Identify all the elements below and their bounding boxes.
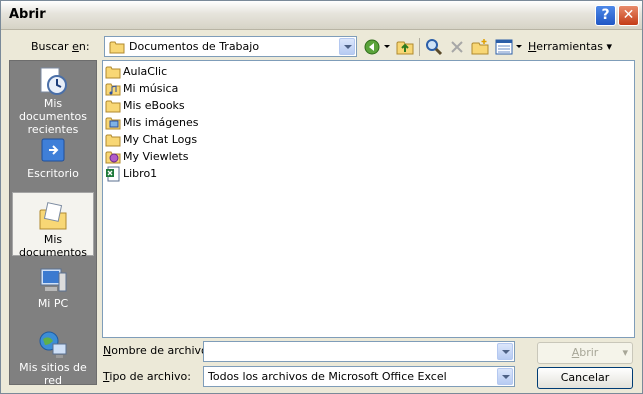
pictures-folder-icon [105,117,121,130]
my-computer-icon [40,268,67,292]
place-label: Escritorio [27,167,79,180]
open-dialog: Abrir ? ✕ Buscar en: Documentos de Traba… [0,0,643,394]
look-in-combo[interactable]: Documentos de Trabajo [104,36,357,57]
list-item[interactable]: My Viewlets [105,149,188,165]
place-label: Mis sitios de red [19,361,87,387]
place-label: Mis documentos recientes [19,97,87,136]
file-name: My Chat Logs [123,133,198,146]
file-name: Mis imágenes [123,116,199,129]
place-label: Mis documentos [19,233,87,259]
network-places-icon [39,331,67,358]
chevron-down-icon[interactable] [497,343,513,360]
tools-menu[interactable]: Herramientas ▾ [528,40,612,53]
views-dropdown-icon[interactable] [516,45,522,48]
file-name: AulaClic [123,65,168,78]
filetype-value: Todos los archivos de Microsoft Office E… [208,370,447,383]
list-item[interactable]: Mi música [105,81,178,97]
list-item[interactable]: AulaClic [105,64,167,80]
place-desktop[interactable]: Escritorio [12,135,94,183]
viewlets-folder-icon [105,151,121,164]
open-dropdown-icon: ▾ [622,346,628,359]
folder-icon [105,134,121,147]
cancel-button[interactable]: Cancelar [537,367,633,389]
place-my-computer[interactable]: Mi PC [12,265,94,315]
back-dropdown-icon[interactable] [384,45,390,48]
excel-file-icon [106,166,120,182]
filetype-label: Tipo de archivo: [103,370,191,383]
up-folder-icon[interactable] [396,38,414,56]
window-title: Abrir [9,7,46,22]
close-icon: ✕ [622,7,635,23]
chevron-down-icon[interactable] [339,38,355,55]
folder-icon [105,66,121,79]
places-bar: Mis documentos recientes Escritorio Mis … [9,60,97,387]
look-in-value: Documentos de Trabajo [129,40,260,53]
filetype-select[interactable]: Todos los archivos de Microsoft Office E… [203,366,515,387]
file-name: My Viewlets [123,150,189,163]
place-my-documents[interactable]: Mis documentos [12,192,94,259]
chevron-down-icon[interactable] [497,368,513,385]
list-item[interactable]: My Chat Logs [105,132,197,148]
filename-label: Nombre de archivo: [103,344,212,357]
toolbar-separator [419,38,420,56]
views-icon[interactable] [495,38,513,56]
search-web-icon[interactable] [425,38,443,56]
list-item[interactable]: Mis imágenes [105,115,199,131]
file-name: Mis eBooks [123,99,185,112]
list-item[interactable]: Mis eBooks [105,98,185,114]
desktop-icon [41,138,65,162]
place-recent[interactable]: Mis documentos recientes [12,65,94,136]
question-icon: ? [601,7,610,23]
folder-icon [109,41,125,54]
open-button-label: Abrir [571,346,599,359]
help-button[interactable]: ? [595,5,616,26]
file-list[interactable]: AulaClic Mi música Mis eBooks Mis imágen… [102,60,635,338]
close-button[interactable]: ✕ [618,5,639,26]
list-item[interactable]: Libro1 [105,166,157,182]
place-network[interactable]: Mis sitios de red [12,329,94,387]
music-folder-icon [105,83,121,96]
new-folder-icon[interactable] [471,38,489,56]
file-name: Mi música [123,82,179,95]
delete-icon[interactable] [448,38,466,56]
cancel-button-label: Cancelar [560,371,610,384]
back-icon[interactable] [363,38,381,56]
title-bar[interactable]: Abrir ? ✕ [1,1,642,30]
place-label: Mi PC [37,297,69,310]
my-documents-icon [39,202,67,230]
look-in-label: Buscar en: [31,40,90,53]
open-button[interactable]: Abrir ▾ [537,342,633,364]
recent-documents-icon [40,67,67,95]
tools-chevron-icon: ▾ [606,40,612,53]
folder-icon [105,100,121,113]
filename-input[interactable] [203,341,515,362]
file-name: Libro1 [123,167,158,180]
